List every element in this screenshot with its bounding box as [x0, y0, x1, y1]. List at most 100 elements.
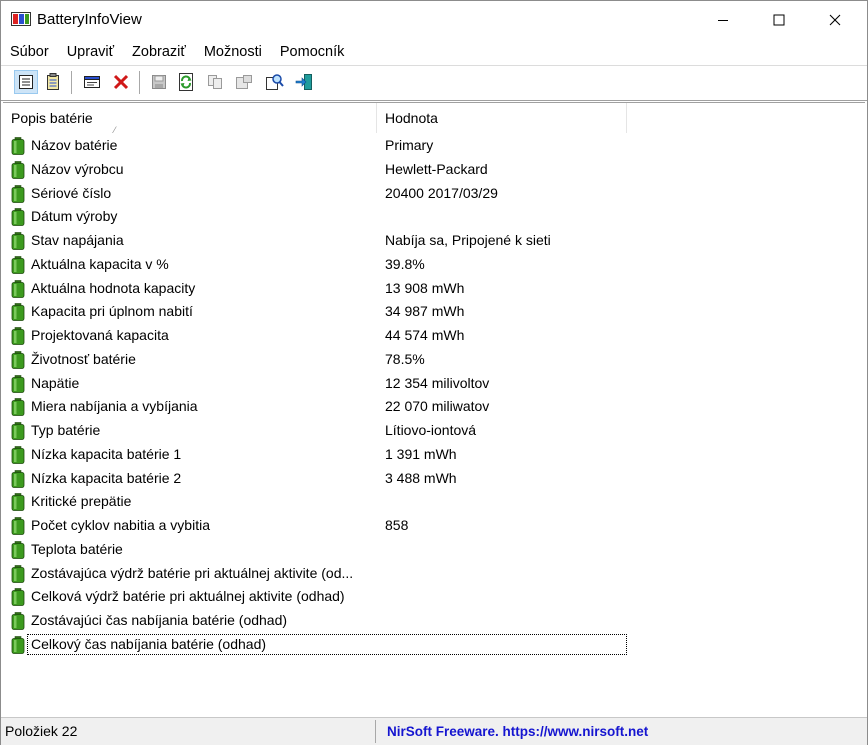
column-header-value[interactable]: Hodnota	[377, 103, 627, 133]
battery-icon	[11, 160, 25, 179]
battery-log-mode-button[interactable]	[41, 70, 65, 94]
find-button[interactable]	[263, 70, 287, 94]
cell-description: Nízka kapacita batérie 1	[31, 445, 182, 462]
column-header-label: Hodnota	[385, 110, 438, 126]
menu-file[interactable]: Súbor	[1, 39, 58, 65]
battery-info-mode-button[interactable]	[14, 70, 38, 94]
copy-button[interactable]	[203, 70, 227, 94]
battery-icon	[11, 374, 25, 393]
table-row[interactable]: Nízka kapacita batérie 2 3 488 mWh	[3, 467, 865, 491]
table-row[interactable]: Počet cyklov nabitia a vybitia 858	[3, 514, 865, 538]
cell-value: 44 574 mWh	[385, 327, 465, 343]
menu-help[interactable]: Pomocník	[271, 39, 353, 65]
cell-description: Životnosť batérie	[31, 350, 136, 367]
cell-value: 12 354 milivoltov	[385, 374, 490, 391]
app-window: BatteryInfoView Súbor Upraviť Zobraziť M…	[0, 0, 868, 745]
report-icon	[236, 75, 252, 89]
battery-icon	[11, 422, 25, 440]
minimize-icon	[718, 20, 728, 21]
save-disk-icon	[152, 75, 166, 89]
cell-description: Stav napájania	[31, 232, 124, 248]
battery-icon	[11, 232, 25, 250]
battery-icon	[11, 184, 25, 203]
cell-description: Teplota batérie	[31, 540, 123, 557]
table-row[interactable]: Kapacita pri úplnom nabití 34 987 mWh	[3, 300, 865, 324]
table-row[interactable]: Dátum výroby	[3, 205, 865, 229]
toolbar	[1, 65, 867, 101]
cell-value: 20400 2017/03/29	[385, 184, 498, 201]
battery-icon	[11, 635, 25, 654]
cell-value: 34 987 mWh	[385, 303, 465, 320]
table-row[interactable]: Zostávajúci čas nabíjania batérie (odhad…	[3, 609, 865, 633]
delete-x-icon	[113, 74, 129, 90]
cell-description: Aktuálna hodnota kapacity	[31, 279, 196, 296]
table-row[interactable]: Stav napájania Nabíja sa, Pripojené k sie…	[3, 229, 865, 253]
table-row[interactable]: Miera nabíjania a vybíjania 22 070 miliwa…	[3, 395, 865, 419]
cell-description: Typ batérie	[31, 422, 101, 438]
table-row[interactable]: Názov výrobcu Hewlett-Packard	[3, 158, 865, 182]
battery-app-icon	[11, 12, 31, 26]
table-row[interactable]: Kritické prepätie	[3, 490, 865, 514]
table-row[interactable]: Teplota batérie	[3, 538, 865, 562]
table-row[interactable]: Zostávajúca výdrž batérie pri aktuálnej …	[3, 562, 865, 586]
cell-value: 22 070 miliwatov	[385, 398, 490, 415]
battery-icon	[11, 564, 25, 583]
cell-description: Názov batérie	[31, 137, 118, 153]
battery-icon	[11, 137, 25, 155]
copy-icon	[208, 75, 222, 89]
window-title: BatteryInfoView	[37, 11, 142, 28]
maximize-icon	[773, 14, 785, 26]
menu-options[interactable]: Možnosti	[195, 39, 271, 65]
cell-description: Celková výdrž batérie pri aktuálnej akti…	[31, 588, 345, 605]
cell-description: Miera nabíjania a vybíjania	[31, 398, 198, 415]
cell-value: 13 908 mWh	[385, 279, 465, 296]
save-button[interactable]	[147, 70, 171, 94]
title-bar[interactable]: BatteryInfoView	[1, 1, 867, 39]
html-report-button[interactable]	[232, 70, 256, 94]
table-row[interactable]: Celková výdrž batérie pri aktuálnej akti…	[3, 585, 865, 609]
table-row[interactable]: Aktuálna hodnota kapacity 13 908 mWh	[3, 277, 865, 301]
refresh-icon	[179, 73, 193, 91]
battery-icon	[11, 208, 25, 227]
cell-description: Aktuálna kapacita v %	[31, 255, 169, 272]
menu-view[interactable]: Zobraziť	[123, 39, 195, 65]
table-row[interactable]: Aktuálna kapacita v % 39.8%	[3, 253, 865, 277]
menu-bar: Súbor Upraviť Zobraziť Možnosti Pomocník	[1, 39, 867, 65]
table-row[interactable]: Projektovaná kapacita 44 574 mWh	[3, 324, 865, 348]
table-row[interactable]: Celkový čas nabíjania batérie (odhad)	[3, 633, 865, 657]
battery-icon	[11, 327, 25, 345]
refresh-button[interactable]	[174, 70, 198, 94]
battery-icon	[11, 279, 25, 298]
cell-value: Lítiovo-iontová	[385, 422, 477, 438]
status-bar: Položiek 22 NirSoft Freeware. https://ww…	[1, 717, 867, 745]
nirsoft-link[interactable]: NirSoft Freeware. https://www.nirsoft.ne…	[387, 718, 648, 745]
cell-description: Sériové číslo	[31, 184, 112, 201]
cell-description: Kritické prepätie	[31, 493, 132, 510]
table-row[interactable]: Sériové číslo 20400 2017/03/29	[3, 182, 865, 206]
toolbar-separator	[139, 71, 140, 94]
menu-edit[interactable]: Upraviť	[58, 39, 123, 65]
battery-icon	[11, 540, 25, 559]
table-row[interactable]: Typ batérie Lítiovo-iontová	[3, 419, 865, 443]
cell-description: Celkový čas nabíjania batérie (odhad)	[31, 635, 267, 652]
delete-button[interactable]	[109, 70, 133, 94]
table-row[interactable]: Nízka kapacita batérie 1 1 391 mWh	[3, 443, 865, 467]
cell-value: Nabíja sa, Pripojené k sieti	[385, 232, 551, 248]
exit-button[interactable]	[292, 70, 316, 94]
column-header-label: Popis batérie	[11, 110, 93, 126]
battery-icon	[11, 612, 25, 630]
close-icon	[829, 14, 841, 26]
close-button[interactable]	[807, 1, 863, 39]
cell-value: 78.5%	[385, 350, 425, 367]
properties-button[interactable]	[80, 70, 104, 94]
maximize-button[interactable]	[751, 1, 807, 39]
table-row[interactable]: Názov batérie Primary	[3, 134, 865, 158]
cell-value: 3 488 mWh	[385, 469, 457, 486]
find-magnifier-icon	[266, 74, 284, 90]
column-header-description[interactable]: Popis batérie ⁄	[3, 103, 377, 135]
table-row[interactable]: Napätie 12 354 milivoltov	[3, 372, 865, 396]
minimize-button[interactable]	[695, 1, 751, 39]
battery-info-list[interactable]: Popis batérie ⁄ Hodnota Názov batérie Pri…	[3, 102, 865, 717]
table-row[interactable]: Životnosť batérie 78.5%	[3, 348, 865, 372]
cell-value: 39.8%	[385, 255, 425, 272]
